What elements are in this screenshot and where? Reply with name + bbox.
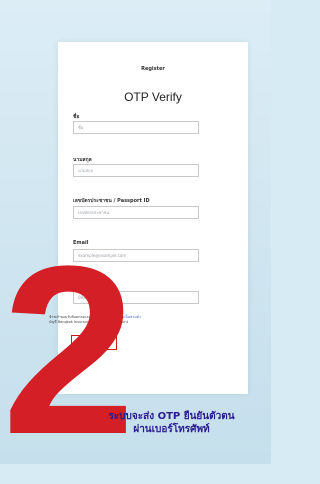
last-name-label: นามสกุล — [73, 157, 92, 163]
step-caption: ระบบจะส่ง OTP ยืนยันตัวตน ผ่านเบอร์โทรศั… — [72, 411, 271, 437]
register-header: Register — [141, 66, 165, 72]
last-name-input[interactable]: นามสกุล — [73, 164, 199, 177]
first-name-input[interactable]: ชื่อ — [73, 121, 199, 134]
caption-line-1: ระบบจะส่ง OTP ยืนยันตัวตน — [108, 411, 235, 422]
page-title: OTP Verify — [124, 90, 182, 104]
caption-line-2: ผ่านเบอร์โทรศัพท์ — [133, 424, 210, 435]
id-label: เลขบัตรประชาชน / Passport ID — [73, 198, 150, 204]
first-name-label: ชื่อ — [73, 114, 80, 120]
